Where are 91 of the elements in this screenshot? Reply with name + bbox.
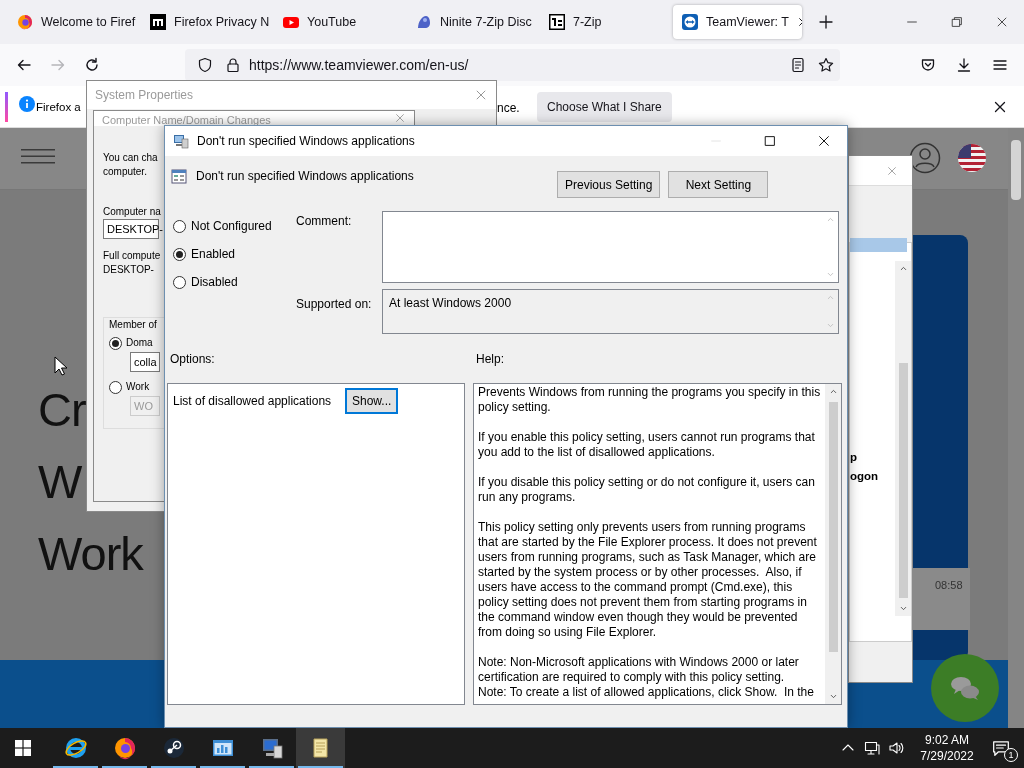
browser-tab[interactable]: Ninite 7-Zip Disc [407, 5, 536, 39]
steam-icon[interactable] [161, 736, 186, 760]
scroll-up-icon[interactable] [898, 264, 908, 273]
scroll-down-icon[interactable] [898, 604, 908, 613]
headline-text: W [38, 454, 82, 510]
section-label: Help: [476, 351, 504, 368]
firefox-icon [17, 14, 33, 30]
option-label: List of disallowed applications [173, 393, 333, 410]
radio-button[interactable] [173, 275, 186, 289]
section-label: Options: [170, 351, 216, 368]
radio-button[interactable] [173, 247, 186, 261]
reader-icon[interactable] [790, 57, 806, 73]
scrollbar[interactable] [895, 261, 911, 616]
help-text: Note: Non-Microsoft applications with Windows 2000 or later certification are required to comply with this policy setting. [478, 655, 800, 685]
star-icon[interactable] [818, 57, 834, 73]
m-logo-icon [150, 14, 166, 30]
list-text: ogon [850, 469, 880, 484]
scroll-down-icon[interactable] [828, 692, 838, 701]
browser-tab[interactable]: Firefox Privacy N [141, 5, 270, 39]
menu-icon[interactable] [992, 57, 1008, 73]
speaker-icon[interactable] [888, 740, 904, 756]
reload-icon[interactable] [84, 57, 100, 73]
browser-tab[interactable]: TeamViewer: T [673, 5, 802, 39]
globe-e-icon[interactable] [63, 736, 88, 760]
field-label: Computer na [103, 205, 161, 219]
maximize-icon[interactable] [763, 134, 777, 148]
choose-button[interactable]: Choose What I Share [537, 92, 672, 122]
headline-text: Cr [38, 382, 86, 438]
headline-text: Work [38, 526, 143, 582]
list-text: p [850, 450, 859, 465]
user-icon[interactable] [909, 142, 941, 174]
download-icon[interactable] [956, 57, 972, 73]
radio-button[interactable] [173, 219, 186, 233]
help-text: Note: To create a list of allowed applications, click Show. In the [478, 685, 815, 700]
plus-icon[interactable] [818, 14, 834, 30]
info-icon [19, 96, 35, 112]
next-button[interactable]: Next Setting [668, 171, 769, 198]
dialog-heading: Don't run specified Windows applications [196, 168, 415, 185]
close-icon[interactable] [817, 134, 831, 148]
hamburger-icon[interactable] [21, 149, 55, 164]
intro-text: You can cha [103, 151, 158, 165]
window-title: System Properties [95, 87, 194, 104]
browser-tab[interactable]: YouTube [274, 5, 403, 39]
back-icon[interactable] [16, 57, 32, 73]
notification-text: nce. [497, 100, 520, 117]
notification-icon[interactable] [992, 739, 1010, 757]
help-text: If you disable this policy setting or do not configure it, users can run any programs. [478, 475, 816, 505]
previous-button[interactable]: Previous Setting [557, 171, 661, 198]
clock-date[interactable]: 7/29/2022 [916, 748, 978, 764]
radio-label: Disabled [191, 274, 238, 291]
full-name-text: DESKTOP- [103, 263, 154, 277]
intro-text: computer. [103, 165, 147, 179]
help-text: If you enable this policy setting, users cannot run programs that you add to the list of disallowed applications. [478, 430, 816, 460]
close-icon[interactable] [992, 99, 1008, 115]
lock-icon[interactable] [225, 57, 241, 73]
chat-time: 08:58 [913, 568, 970, 630]
network-icon[interactable] [864, 740, 880, 756]
archive-icon [549, 14, 565, 30]
browser-tab[interactable]: Welcome to Firef [8, 5, 137, 39]
radio-label: Doma [126, 336, 153, 350]
radio-button[interactable] [109, 336, 122, 350]
clock-time[interactable]: 9:02 AM [916, 732, 978, 748]
taskbar-button[interactable] [296, 728, 345, 768]
firefox-icon[interactable] [112, 736, 137, 760]
radio-label: Work [126, 380, 150, 394]
cursor-icon [54, 356, 68, 376]
blob-icon [416, 14, 432, 30]
help-text: This policy setting only prevents users from running programs that are started by the File Explorer process. It does not prevent users from running programs, such as Task Manager, which are started by the system process or by other processes. Also, if users have access to the command prompt (Cmd.exe), this policy setting does not prevent them from starting programs in the command window even though they would be prevented from doing so using File Explorer. [478, 520, 818, 640]
radio-label: Enabled [191, 246, 236, 263]
windows-icon[interactable] [14, 740, 31, 756]
policy-sheet-icon [171, 168, 187, 184]
input-field[interactable]: colla [130, 352, 160, 372]
radio-label: Not Configured [191, 218, 272, 235]
notification-badge: 1 [1004, 748, 1018, 762]
supported-field: At least Windows 2000 [382, 289, 839, 334]
show-button[interactable]: Show... [345, 388, 399, 414]
arrows-icon [682, 14, 698, 30]
pocket-icon[interactable] [920, 57, 936, 73]
field-label: Supported on: [296, 296, 373, 313]
shield-icon[interactable] [197, 57, 213, 73]
play-icon [283, 14, 299, 30]
window-title: Computer Name/Domain Changes [102, 113, 271, 128]
window-title: Don't run specified Windows applications [197, 133, 416, 150]
field-label: Full compute [103, 249, 161, 263]
computer-icon [173, 133, 189, 149]
help-text: Prevents Windows from running the programs you specify in this policy setting. [478, 385, 822, 415]
scrollbar[interactable] [825, 384, 841, 704]
browser-tab[interactable]: 7-Zip [540, 5, 669, 39]
notification-text: Firefox a [36, 100, 81, 115]
scroll-up-icon[interactable] [828, 387, 838, 396]
field-label: Comment: [296, 213, 353, 230]
